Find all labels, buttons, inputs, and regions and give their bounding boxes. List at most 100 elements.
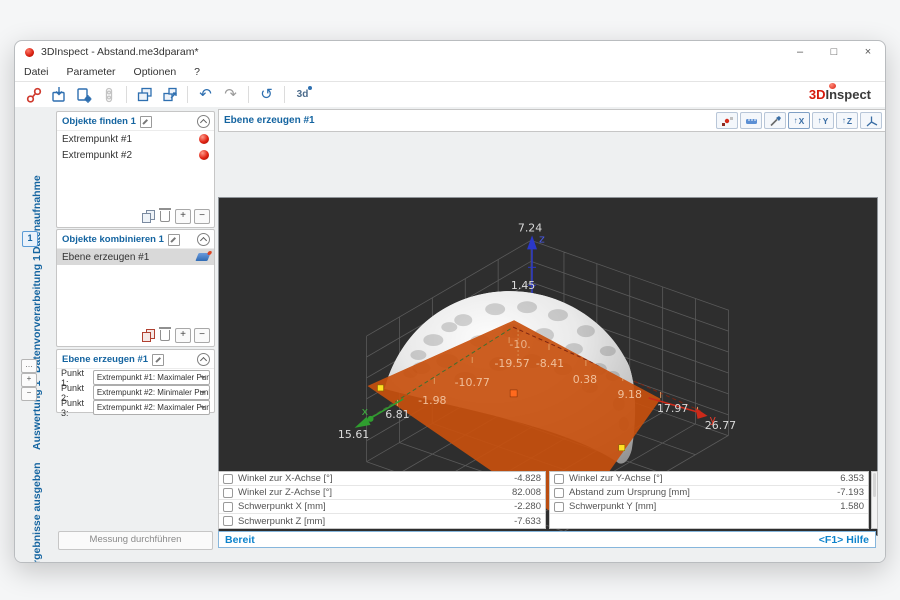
minimize-button[interactable]: –: [793, 46, 807, 58]
save-parameters-icon[interactable]: [71, 85, 96, 105]
panel-footer: + −: [142, 209, 210, 224]
title-bar[interactable]: 3DInspect - Abstand.me3dparam* – □ ×: [15, 41, 885, 63]
result-checkbox[interactable]: [554, 474, 564, 484]
redo-icon[interactable]: ↷: [218, 85, 243, 105]
remove-object-button[interactable]: −: [194, 209, 210, 224]
collapse-panel-icon[interactable]: [197, 233, 210, 246]
list-item-ebene-erzeugen[interactable]: Ebene erzeugen #1: [57, 249, 214, 265]
preprocessing-count-badge[interactable]: 1: [22, 231, 38, 247]
load-parameters-icon[interactable]: [46, 85, 71, 105]
iso-view-button[interactable]: [860, 112, 882, 129]
punkt1-select[interactable]: Extrempunkt #1: Maximaler Punkt: [93, 370, 210, 385]
delete-icon[interactable]: [160, 330, 170, 341]
result-row: Winkel zur Z-Achse [°] 82.008: [219, 486, 545, 500]
result-row: Schwerpunkt Y [mm] 1.580: [550, 500, 868, 514]
duplicate-icon[interactable]: [142, 210, 155, 223]
view-y-button[interactable]: ↑Y: [812, 112, 834, 129]
content-area: Datenaufnahme Datenvorverarbeitung 1 Aus…: [15, 107, 885, 562]
panel-header: Objekte finden 1: [57, 112, 214, 131]
brand-dot-icon: [829, 83, 836, 89]
list-item-extrempunkt-1[interactable]: Extrempunkt #1: [57, 131, 214, 147]
help-hint[interactable]: <F1> Hilfe: [819, 534, 869, 546]
result-checkbox[interactable]: [554, 502, 564, 512]
punkt3-select[interactable]: Extrempunkt #2: Maximaler Punkt: [93, 400, 210, 415]
svg-text:9.18: 9.18: [618, 388, 642, 401]
pick-point-button[interactable]: [764, 112, 786, 129]
copy-view-icon[interactable]: [132, 85, 157, 105]
plane-point-marker-2: [619, 445, 625, 451]
3d-view-icon[interactable]: 3d: [290, 85, 315, 105]
add-object-button[interactable]: +: [175, 328, 191, 343]
toolbar-separator: [284, 86, 285, 103]
result-checkbox[interactable]: [223, 516, 233, 526]
result-row: Winkel zur Y-Achse [°] 6.353: [550, 472, 868, 486]
svg-text:17.97: 17.97: [657, 402, 688, 415]
connect-sensor-icon[interactable]: [21, 85, 46, 105]
panel-footer: + −: [142, 328, 210, 343]
up-arrow-icon: ↑: [842, 116, 846, 125]
result-checkbox[interactable]: [223, 474, 233, 484]
panel-header: Ebene erzeugen #1: [57, 350, 214, 369]
up-arrow-icon: ↑: [818, 116, 822, 125]
result-checkbox[interactable]: [223, 502, 233, 512]
toolbar-separator: [126, 86, 127, 103]
export-view-icon[interactable]: [157, 85, 182, 105]
run-measurement-button[interactable]: Messung durchführen: [58, 531, 213, 550]
field-label: Punkt 3:: [61, 398, 93, 418]
view-z-button[interactable]: ↑Z: [836, 112, 858, 129]
punkt2-select[interactable]: Extrempunkt #2: Minimaler Punkt: [93, 385, 210, 400]
evaluation-remove-button[interactable]: −: [21, 387, 37, 401]
svg-text:0.38: 0.38: [573, 373, 597, 386]
svg-text:-19.57: -19.57: [494, 357, 529, 370]
view-header: Ebene erzeugen #1 ↑X ↑Y ↑Z: [218, 109, 886, 132]
rename-icon[interactable]: [168, 234, 180, 246]
view-x-button[interactable]: ↑X: [788, 112, 810, 129]
y-axis-letter: y: [710, 413, 717, 426]
svg-text:-1.98: -1.98: [418, 394, 446, 407]
field-punkt-3: Punkt 3: Extrempunkt #2: Maximaler Punkt: [61, 401, 210, 414]
menu-parameter[interactable]: Parameter: [67, 66, 116, 78]
result-checkbox[interactable]: [554, 488, 564, 498]
duplicate-icon[interactable]: [142, 329, 155, 342]
result-checkbox[interactable]: [223, 488, 233, 498]
app-icon: [25, 48, 34, 57]
toolbar-separator: [187, 86, 188, 103]
add-object-button[interactable]: +: [175, 209, 191, 224]
undo-icon[interactable]: ↶: [193, 85, 218, 105]
toolbar: ↶ ↷ ↺ 3d 3DInspect: [15, 81, 885, 108]
reset-view-icon[interactable]: ↺: [254, 85, 279, 105]
close-button[interactable]: ×: [861, 46, 875, 58]
status-text: Bereit: [225, 534, 255, 546]
result-row: Winkel zur X-Achse [°] -4.828: [219, 472, 545, 486]
rename-icon[interactable]: [140, 116, 152, 128]
panel-title: Ebene erzeugen #1: [62, 354, 148, 365]
menu-datei[interactable]: Datei: [24, 66, 49, 78]
svg-text:-10.: -10.: [509, 338, 530, 351]
measure-points-button[interactable]: [716, 112, 738, 129]
panel-objekte-kombinieren: Objekte kombinieren 1 Ebene erzeugen #1 …: [56, 229, 215, 347]
delete-icon[interactable]: [160, 211, 170, 222]
toolbar-separator: [248, 86, 249, 103]
result-row: Schwerpunkt Z [mm] -7.633: [219, 514, 545, 528]
maximize-button[interactable]: □: [827, 46, 841, 58]
rename-icon[interactable]: [152, 354, 164, 366]
svg-text:-10.77: -10.77: [455, 376, 490, 389]
plane-icon: [195, 253, 210, 261]
sidebar-tab-datenvorverarbeitung[interactable]: Datenvorverarbeitung 1: [29, 258, 45, 370]
remove-object-button[interactable]: −: [194, 328, 210, 343]
evaluation-more-button[interactable]: …: [21, 359, 37, 373]
list-item-extrempunkt-2[interactable]: Extrempunkt #2: [57, 147, 214, 163]
up-arrow-icon: ↑: [794, 116, 798, 125]
result-row-empty: [550, 514, 868, 528]
collapse-panel-icon[interactable]: [197, 115, 210, 128]
menu-optionen[interactable]: Optionen: [134, 66, 177, 78]
z-tick-label: 1.45: [511, 279, 535, 292]
panel-objekte-finden: Objekte finden 1 Extrempunkt #1 Extrempu…: [56, 111, 215, 228]
brand-logo: 3DInspect: [809, 87, 871, 102]
results-scrollbar[interactable]: [871, 471, 878, 529]
sidebar-tab-ergebnisse[interactable]: Ergebnisse ausgeben: [29, 462, 45, 563]
evaluation-add-button[interactable]: +: [21, 373, 37, 387]
distance-tool-button[interactable]: [740, 112, 762, 129]
menu-help[interactable]: ?: [194, 66, 200, 78]
collapse-panel-icon[interactable]: [197, 353, 210, 366]
